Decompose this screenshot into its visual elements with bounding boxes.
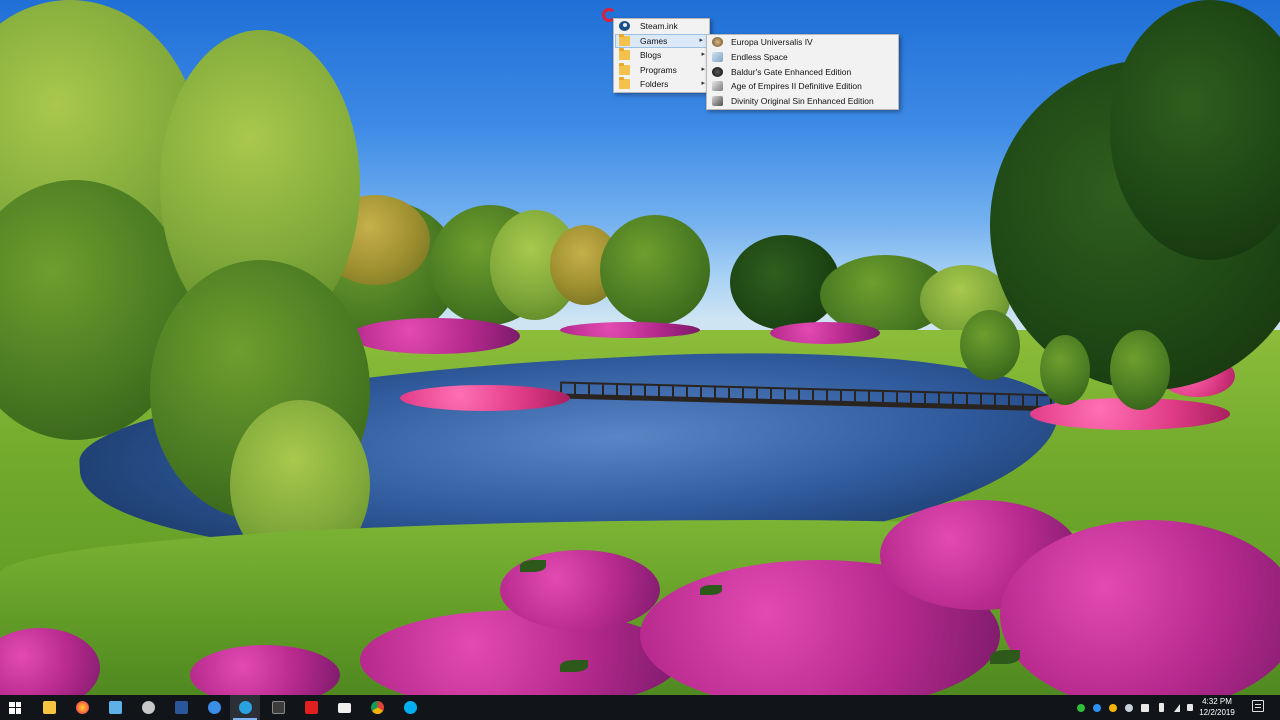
menu-item-blogs[interactable]: Blogs ▸ — [614, 48, 709, 63]
baldurs-gate-icon — [712, 66, 723, 77]
wallpaper-bridge — [559, 381, 1061, 412]
submenu-item-label: Age of Empires II Definitive Edition — [731, 81, 862, 92]
age-of-empires-icon — [712, 81, 723, 92]
folder-icon — [619, 77, 630, 90]
file-explorer-icon — [42, 701, 56, 714]
notepad-icon — [108, 701, 122, 714]
taskbar-app-terminal[interactable] — [263, 695, 293, 720]
launcher-context-menu: Steam.ink Games ▸ Blogs ▸ Programs ▸ Fol… — [613, 18, 710, 93]
folder-icon — [619, 33, 630, 46]
taskbar-app-mail[interactable] — [329, 695, 359, 720]
submenu-item-baldurs-gate[interactable]: Baldur's Gate Enhanced Edition — [707, 65, 898, 80]
games-submenu: Europa Universalis IV Endless Space Bald… — [706, 34, 899, 110]
wallpaper-flowerbed — [770, 322, 880, 344]
wallpaper-tree — [960, 310, 1020, 380]
windows-start-icon — [9, 701, 21, 714]
start-button[interactable] — [0, 695, 30, 720]
endless-space-icon — [712, 51, 723, 62]
wallpaper-leaf — [520, 560, 546, 572]
skype-icon — [403, 701, 417, 714]
tray-chrome-icon — [1109, 703, 1117, 712]
menu-item-label: Blogs — [640, 50, 662, 61]
tray-battery[interactable] — [1154, 695, 1168, 720]
menu-item-games[interactable]: Games ▸ — [615, 33, 708, 49]
tray-item[interactable] — [1106, 695, 1120, 720]
submenu-item-age-of-empires[interactable]: Age of Empires II Definitive Edition — [707, 79, 898, 94]
tray-white-icon — [1141, 703, 1149, 712]
menu-item-label: Folders — [640, 79, 669, 90]
puzzle-icon — [304, 701, 318, 714]
wallpaper-leaf — [700, 585, 722, 595]
wallpaper-tree — [1110, 330, 1170, 410]
taskbar-app-file-explorer[interactable] — [34, 695, 64, 720]
wallpaper-flowerbed — [400, 385, 570, 411]
wallpaper-leaf — [990, 650, 1020, 664]
clock-date: 12/2/2019 — [1199, 708, 1235, 717]
app-window-icon — [207, 701, 221, 714]
submenu-item-endless-space[interactable]: Endless Space — [707, 50, 898, 65]
battery-icon — [1158, 703, 1164, 712]
taskbar-app-firefox[interactable] — [67, 695, 97, 720]
europa-universalis-icon — [712, 37, 723, 47]
menu-item-programs[interactable]: Programs ▸ — [614, 62, 709, 78]
submenu-item-label: Baldur's Gate Enhanced Edition — [731, 66, 852, 77]
chat-bubble-icon — [141, 701, 155, 714]
steam-icon — [619, 21, 630, 31]
wallpaper-tree — [1040, 335, 1090, 405]
submenu-item-divinity[interactable]: Divinity Original Sin Enhanced Edition — [707, 94, 898, 109]
taskbar-app-window[interactable] — [199, 695, 229, 720]
submenu-item-label: Europa Universalis IV — [731, 37, 813, 47]
taskbar-app-puzzle[interactable] — [296, 695, 326, 720]
tray-item[interactable] — [1074, 695, 1088, 720]
menu-item-label: Games — [640, 35, 668, 46]
tray-blue-icon — [1093, 703, 1101, 712]
network-icon — [1174, 703, 1180, 712]
menu-item-folders[interactable]: Folders ▸ — [614, 77, 709, 92]
taskbar-app-skype[interactable] — [395, 695, 425, 720]
wallpaper-leaf — [560, 660, 588, 672]
taskbar-app-chat[interactable] — [133, 695, 163, 720]
firefox-icon — [75, 701, 89, 714]
mail-icon — [337, 702, 351, 713]
tray-item[interactable] — [1122, 695, 1136, 720]
folder-icon — [619, 62, 630, 75]
wallpaper-flowerbed — [350, 318, 520, 354]
menu-item-label: Programs — [640, 64, 677, 75]
tray-steam-icon — [1125, 703, 1133, 712]
desktop-wallpaper — [0, 0, 1280, 695]
submenu-arrow-icon: ▸ — [699, 36, 703, 44]
taskbar: 4:32 PM 12/2/2019 — [0, 695, 1280, 720]
wallpaper-flowerbed — [560, 322, 700, 338]
taskbar-app-chrome[interactable] — [362, 695, 392, 720]
chrome-icon — [370, 701, 384, 714]
submenu-item-label: Endless Space — [731, 51, 788, 62]
submenu-item-label: Divinity Original Sin Enhanced Edition — [731, 96, 874, 107]
tray-green-shield-icon — [1077, 703, 1085, 712]
folder-icon — [619, 48, 630, 61]
wallpaper-tree — [600, 215, 710, 325]
submenu-arrow-icon: ▸ — [701, 51, 705, 59]
divinity-icon — [712, 96, 723, 107]
tray-item[interactable] — [1090, 695, 1104, 720]
tray-item[interactable] — [1138, 695, 1152, 720]
submenu-arrow-icon: ▸ — [701, 65, 705, 73]
menu-item-label: Steam.ink — [640, 21, 678, 31]
taskbar-app-notepad[interactable] — [100, 695, 130, 720]
submenu-arrow-icon: ▸ — [701, 80, 705, 88]
terminal-icon — [271, 701, 285, 714]
taskbar-app-telegram[interactable] — [230, 695, 260, 720]
taskbar-clock[interactable]: 4:32 PM 12/2/2019 — [1192, 696, 1242, 718]
submenu-item-europa-universalis[interactable]: Europa Universalis IV — [707, 35, 898, 50]
clock-time: 4:32 PM — [1202, 697, 1232, 706]
taskbar-app-word[interactable] — [166, 695, 196, 720]
tray-network[interactable] — [1170, 695, 1184, 720]
menu-item-steam-ink[interactable]: Steam.ink — [614, 19, 709, 34]
word-icon — [174, 701, 188, 714]
telegram-icon — [238, 701, 252, 714]
action-center-icon[interactable] — [1252, 700, 1264, 712]
